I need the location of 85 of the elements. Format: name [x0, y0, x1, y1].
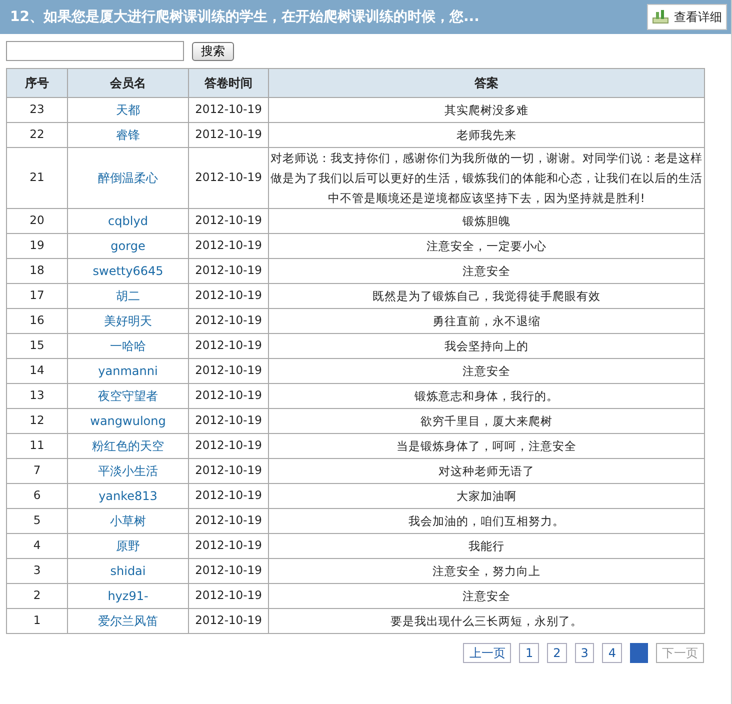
page-link[interactable]: 4 — [602, 643, 622, 663]
page-link[interactable]: 2 — [547, 643, 567, 663]
column-header: 答卷时间 — [188, 68, 268, 98]
member-link[interactable]: 醉倒温柔心 — [98, 170, 158, 185]
table-cell: 2012-10-19 — [188, 558, 268, 584]
table-cell: 20 — [6, 208, 68, 234]
table-cell: 17 — [6, 284, 68, 308]
table-cell: 5 — [6, 508, 68, 534]
table-cell: 7 — [6, 458, 68, 484]
table-cell: 2012-10-19 — [188, 308, 268, 334]
table-cell: 2012-10-19 — [188, 584, 268, 608]
table-cell: 2012-10-19 — [188, 534, 268, 558]
table-cell: 勇往直前，永不退缩 — [268, 308, 704, 334]
table-cell: 2012-10-19 — [188, 284, 268, 308]
table-cell: 老师我先来 — [268, 122, 704, 148]
column-header: 序号 — [6, 68, 68, 98]
table-cell: 23 — [6, 98, 68, 122]
table-cell: 当是锻炼身体了，呵呵，注意安全 — [268, 434, 704, 458]
table-cell: 我会坚持向上的 — [268, 334, 704, 358]
search-field[interactable] — [6, 41, 184, 61]
table-cell: 注意安全，一定要小心 — [268, 234, 704, 258]
table-cell: 2012-10-19 — [188, 484, 268, 508]
table-cell: 2012-10-19 — [188, 384, 268, 408]
column-header: 会员名 — [68, 68, 188, 98]
table-cell: 注意安全 — [268, 358, 704, 384]
page-link[interactable]: 3 — [574, 643, 594, 663]
table-cell: 2 — [6, 584, 68, 608]
table-cell: 4 — [6, 534, 68, 558]
search-button[interactable]: 搜索 — [192, 42, 234, 60]
table-cell: 大家加油啊 — [268, 484, 704, 508]
table-cell: 13 — [6, 384, 68, 408]
table-cell: 2012-10-19 — [188, 98, 268, 122]
table-cell: 12 — [6, 408, 68, 434]
table-cell: 2012-10-19 — [188, 148, 268, 208]
table-cell: 对这种老师无语了 — [268, 458, 704, 484]
chart-icon — [652, 9, 670, 25]
table-cell: 2012-10-19 — [188, 334, 268, 358]
column-header: 答案 — [268, 68, 704, 98]
member-link[interactable]: 小草树 — [110, 514, 146, 528]
member-link[interactable]: cqblyd — [108, 214, 148, 228]
table-cell: 我会加油的，咱们互相努力。 — [268, 508, 704, 534]
table-cell: 6 — [6, 484, 68, 508]
question-title: 12、如果您是厦大进行爬树课训练的学生，在开始爬树课训练的时候，您... — [10, 8, 480, 26]
table-cell: 2012-10-19 — [188, 458, 268, 484]
member-link[interactable]: shidai — [110, 564, 146, 578]
table-cell: 注意安全 — [268, 584, 704, 608]
table-cell: 22 — [6, 122, 68, 148]
table-cell: 2012-10-19 — [188, 122, 268, 148]
table-cell: 2012-10-19 — [188, 508, 268, 534]
table-cell: 2012-10-19 — [188, 358, 268, 384]
member-link[interactable]: 天都 — [116, 102, 140, 117]
view-details-button[interactable]: 查看详细 — [647, 4, 727, 30]
table-cell: 2012-10-19 — [188, 234, 268, 258]
member-link[interactable]: 睿锋 — [116, 128, 140, 142]
page-link[interactable]: 1 — [519, 643, 540, 663]
table-cell: 3 — [6, 558, 68, 584]
table-cell: 2012-10-19 — [188, 408, 268, 434]
table-cell: 注意安全 — [268, 258, 704, 284]
member-link[interactable]: hyz91- — [108, 588, 148, 603]
table-cell: 对老师说：我支持你们，感谢你们为我所做的一切，谢谢。对同学们说：老是这样做是为了我们以后可以更好的生活，锻炼我们的体能和心态，让我们在以后的生活中不管是顺境还是逆境都应该坚持下去，因为坚持就是胜利! — [268, 148, 704, 208]
table-cell: 既然是为了锻炼自己，我觉得徒手爬眼有效 — [268, 284, 704, 308]
table-cell: 21 — [6, 148, 68, 208]
member-link[interactable]: 胡二 — [116, 288, 140, 303]
table-cell: 1 — [6, 608, 68, 634]
table-cell: 其实爬树没多难 — [268, 98, 704, 122]
table-cell: 要是我出现什么三长两短，永别了。 — [268, 608, 704, 634]
previous-page-link[interactable]: 上一页 — [463, 643, 512, 663]
table-cell: 欲穷千里目，厦大来爬树 — [268, 408, 704, 434]
table-cell: 14 — [6, 358, 68, 384]
table-cell: 18 — [6, 258, 68, 284]
table-cell: 锻炼意志和身体，我行的。 — [268, 384, 704, 408]
member-link[interactable]: 一哈哈 — [110, 338, 146, 353]
table-cell: 我能行 — [268, 534, 704, 558]
table-cell: 2012-10-19 — [188, 608, 268, 634]
table-cell: 注意安全，努力向上 — [268, 558, 704, 584]
member-link[interactable]: 原野 — [116, 538, 140, 553]
table-cell: 2012-10-19 — [188, 258, 268, 284]
table-cell: 16 — [6, 308, 68, 334]
member-link[interactable]: gorge — [110, 238, 146, 253]
table-cell: 19 — [6, 234, 68, 258]
table-cell: 15 — [6, 334, 68, 358]
table-cell: 锻炼胆魄 — [268, 208, 704, 234]
table-cell: 2012-10-19 — [188, 208, 268, 234]
table-cell: 11 — [6, 434, 68, 458]
table-cell: 2012-10-19 — [188, 434, 268, 458]
